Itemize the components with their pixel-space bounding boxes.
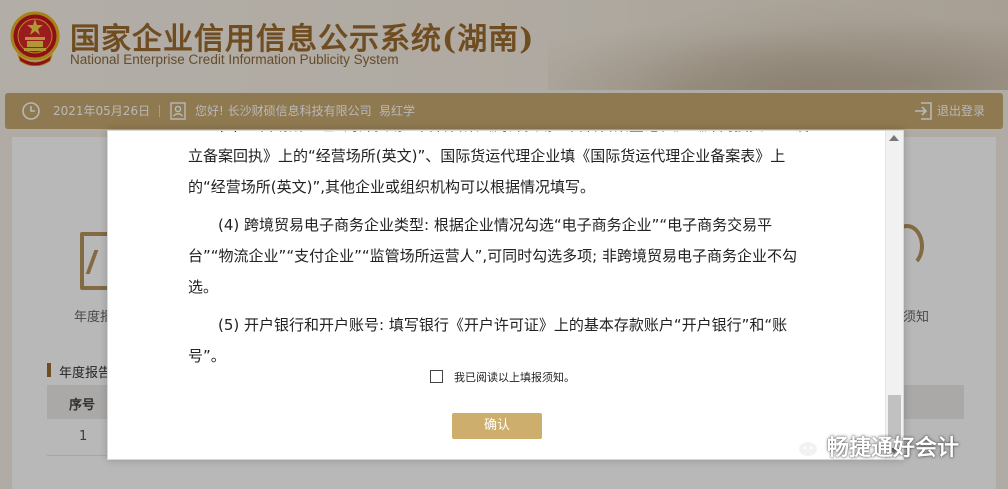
- agree-checkbox[interactable]: [430, 370, 443, 383]
- notice-paragraph-4: (4) 跨境贸易电子商务企业类型: 根据企业情况勾选“电子商务企业”“电子商务交…: [188, 216, 797, 296]
- confirm-button[interactable]: 确认: [452, 413, 542, 439]
- notice-paragraph-3: (3) 经营场所地址: 对外贸易经营者备案《对外贸易经营者备案登记表》、《外商投…: [188, 131, 809, 196]
- modal-content: (3) 经营场所地址: 对外贸易经营者备案《对外贸易经营者备案登记表》、《外商投…: [108, 131, 886, 459]
- agree-label[interactable]: 我已阅读以上填报须知。: [454, 369, 575, 385]
- scroll-up-arrow-icon[interactable]: [889, 135, 899, 141]
- notice-paragraph-5: (5) 开户银行和开户账号: 填写银行《开户许可证》上的基本存款账户“开户银行”…: [188, 316, 788, 365]
- watermark-text: 畅捷通好会计: [827, 436, 960, 461]
- filing-notice-modal: (3) 经营场所地址: 对外贸易经营者备案《对外贸易经营者备案登记表》、《外商投…: [107, 130, 904, 460]
- modal-scrollbar[interactable]: [885, 131, 903, 459]
- wechat-icon: [785, 431, 819, 458]
